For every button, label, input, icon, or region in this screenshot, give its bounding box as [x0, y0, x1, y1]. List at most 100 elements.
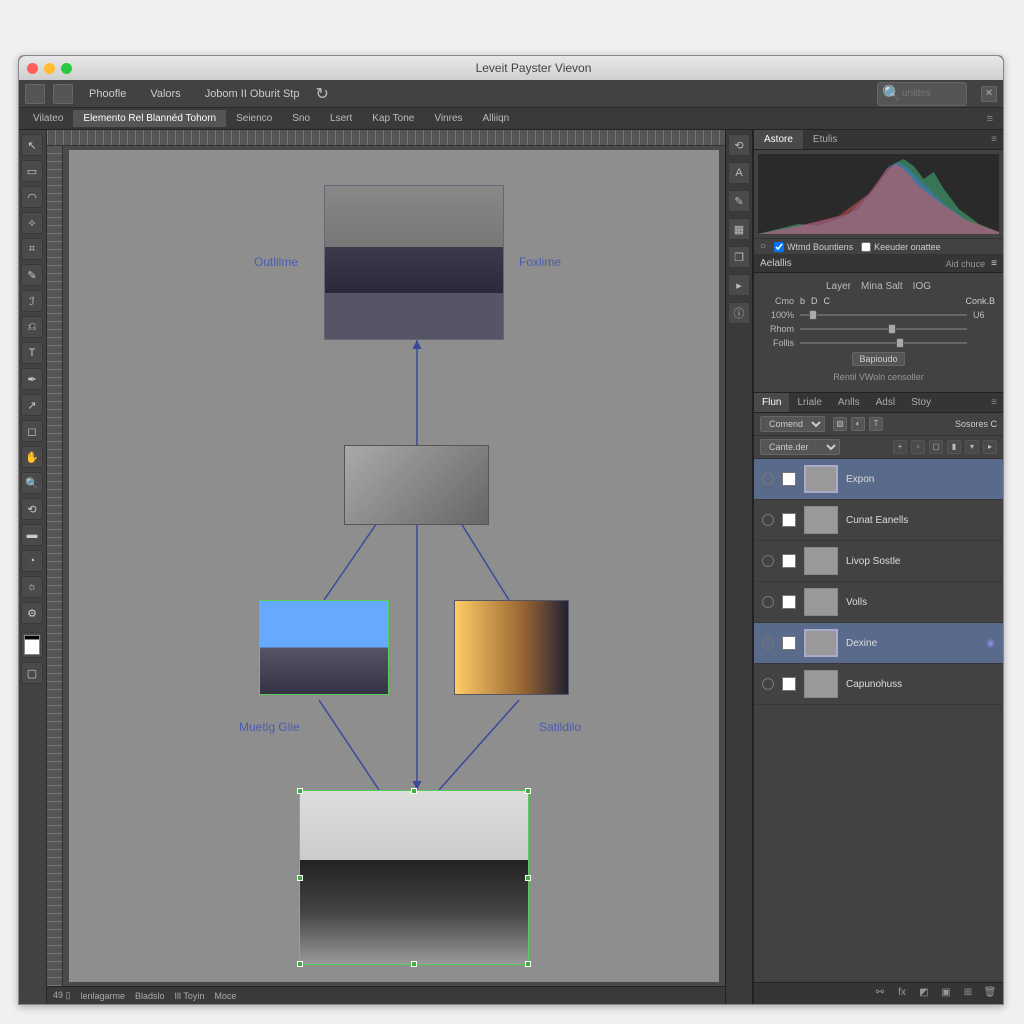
layer-row[interactable]: Cunat Eanells [754, 500, 1003, 541]
home-icon[interactable] [53, 84, 73, 104]
dock-char-icon[interactable]: A [728, 162, 750, 184]
link-layers-icon[interactable]: ⚯ [873, 987, 887, 1001]
layer-row[interactable]: Livop Sostle [754, 541, 1003, 582]
tabs-menu-icon[interactable]: ≡ [981, 113, 999, 125]
layer-fx-icon[interactable]: fx [895, 987, 909, 1001]
lock-pixel-icon[interactable]: + [893, 440, 907, 454]
tab-vinres[interactable]: Vinres [424, 110, 472, 127]
hist-menu-icon[interactable]: ≡ [985, 130, 1003, 149]
wand-tool-icon[interactable]: ✧ [21, 212, 43, 234]
move-tool-icon[interactable]: ↖ [21, 134, 43, 156]
layer-thumb[interactable] [804, 547, 838, 575]
marquee-tool-icon[interactable]: ▭ [21, 160, 43, 182]
layer-mask-icon[interactable]: ◩ [917, 987, 931, 1001]
delete-layer-icon[interactable]: 🗑 [983, 987, 997, 1001]
blur-tool-icon[interactable]: ◔ [21, 550, 43, 572]
subtab-iog[interactable]: IOG [913, 281, 931, 292]
refresh-icon[interactable]: ↻ [315, 84, 335, 104]
crop-tool-icon[interactable]: ⌗ [21, 238, 43, 260]
filter-pixel-icon[interactable]: ▧ [833, 417, 847, 431]
quickmask-icon[interactable]: ▢ [21, 662, 43, 684]
visibility-icon[interactable] [762, 555, 774, 567]
layer-mask-thumb[interactable] [782, 513, 796, 527]
zoom-window-icon[interactable] [61, 63, 72, 74]
subtab-mina[interactable]: Mina Salt [861, 281, 903, 292]
tab-sno[interactable]: Sno [282, 110, 320, 127]
layer-row[interactable]: Capunohuss [754, 664, 1003, 705]
close-panel-icon[interactable]: ✕ [981, 86, 997, 102]
dodge-tool-icon[interactable]: ☼ [21, 576, 43, 598]
layer-name[interactable]: Livop Sostle [846, 556, 900, 567]
lp-tab-anlls[interactable]: Anlls [830, 393, 868, 412]
color-swatch[interactable] [21, 632, 43, 658]
tab-seienco[interactable]: Seienco [226, 110, 282, 127]
adj-preset-dropdown[interactable]: Aid chuce [946, 259, 986, 269]
node-bw-pair[interactable] [344, 445, 489, 525]
filter-adj-icon[interactable]: ◐ [851, 417, 865, 431]
stamp-tool-icon[interactable]: ⎌ [21, 316, 43, 338]
option-jobom[interactable]: Jobom II Oburit Stp [197, 86, 308, 102]
new-layer-icon[interactable]: ⊞ [961, 987, 975, 1001]
minimize-window-icon[interactable] [44, 63, 55, 74]
layer-fx-badge[interactable]: ◉ [986, 638, 995, 649]
layer-mask-thumb[interactable] [782, 677, 796, 691]
eyedropper-tool-icon[interactable]: ✎ [21, 264, 43, 286]
lasso-tool-icon[interactable]: ◠ [21, 186, 43, 208]
layer-mask-thumb[interactable] [782, 595, 796, 609]
lp-tab-flun[interactable]: Flun [754, 393, 789, 412]
adj-menu-icon[interactable]: ≡ [991, 258, 997, 269]
lp-tab-lriale[interactable]: Lriale [789, 393, 829, 412]
tab-etulis[interactable]: Etulis [803, 130, 847, 149]
tab-vilateo[interactable]: Vilateo [23, 110, 73, 127]
dock-brush-icon[interactable]: ✎ [728, 190, 750, 212]
layer-name[interactable]: Cunat Eanells [846, 515, 908, 526]
layer-mask-thumb[interactable] [782, 554, 796, 568]
zoom-level[interactable]: 49 ▯ [53, 990, 70, 1001]
tab-alliiqn[interactable]: Alliiqn [473, 110, 520, 127]
tab-lsert[interactable]: Lsert [320, 110, 362, 127]
follis-slider[interactable] [800, 338, 967, 348]
layer-thumb[interactable] [804, 588, 838, 616]
opacity-slider[interactable] [800, 310, 967, 320]
visibility-icon[interactable] [762, 473, 774, 485]
layer-mask-thumb[interactable] [782, 472, 796, 486]
dock-history-icon[interactable]: ⟲ [728, 134, 750, 156]
node-sunset[interactable] [454, 600, 569, 695]
layer-name[interactable]: Expon [846, 474, 874, 485]
lp-tab-adsl[interactable]: Adsl [868, 393, 903, 412]
layer-row[interactable]: Expon [754, 459, 1003, 500]
adj-button[interactable]: Bapioudo [852, 352, 904, 366]
option-phoofle[interactable]: Phoofle [81, 86, 134, 102]
shape-tool-icon[interactable]: ◻ [21, 420, 43, 442]
dock-swatch-icon[interactable]: ▦ [728, 218, 750, 240]
tab-astore[interactable]: Astore [754, 130, 803, 149]
dock-layers-icon[interactable]: ❐ [728, 246, 750, 268]
rhom-slider[interactable] [800, 324, 967, 334]
hist-refresh-icon[interactable]: ○ [760, 241, 766, 252]
canvas[interactable]: Outlilme Foxlime Muetig Glie Satildilo [69, 150, 719, 982]
hand-tool-icon[interactable]: ✋ [21, 446, 43, 468]
lp-tab-stoy[interactable]: Stoy [903, 393, 939, 412]
node-beach[interactable] [259, 600, 389, 695]
node-bw-hat[interactable] [299, 790, 529, 965]
rotate-tool-icon[interactable]: ⟲ [21, 498, 43, 520]
blend-mode-select[interactable]: Comend [760, 416, 825, 432]
visibility-icon[interactable] [762, 678, 774, 690]
hist-opt1[interactable]: Wtmd Bountiens [774, 242, 853, 252]
zoom-tool-icon[interactable]: 🔍 [21, 472, 43, 494]
lock-pos-icon[interactable]: ▫ [911, 440, 925, 454]
layer-thumb[interactable] [804, 465, 838, 493]
dock-actions-icon[interactable]: ▸ [728, 274, 750, 296]
visibility-icon[interactable] [762, 596, 774, 608]
layer-thumb[interactable] [804, 629, 838, 657]
layer-row[interactable]: Dexine ◉ [754, 623, 1003, 664]
chevron-down-icon[interactable]: ▾ [965, 440, 979, 454]
dock-info-icon[interactable]: ⓘ [728, 302, 750, 324]
layer-mask-thumb[interactable] [782, 636, 796, 650]
type-tool-icon[interactable]: T [21, 342, 43, 364]
search-input[interactable] [902, 88, 962, 99]
gradient-tool-icon[interactable]: ▬ [21, 524, 43, 546]
tab-elemento[interactable]: Elemento Rel Blannéd Tohorn [73, 110, 226, 127]
lock-all-icon[interactable]: ▢ [929, 440, 943, 454]
visibility-icon[interactable] [762, 637, 774, 649]
